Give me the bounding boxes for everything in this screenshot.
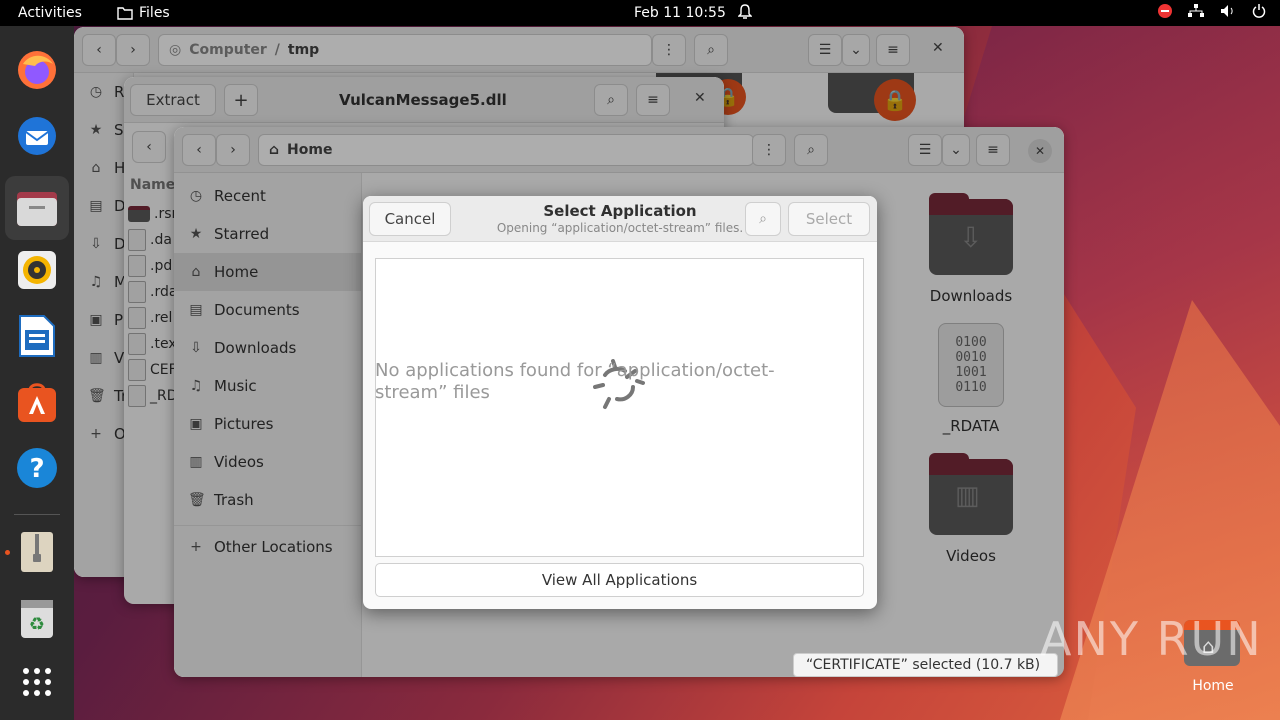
power-icon	[1252, 4, 1266, 18]
clock[interactable]: Feb 11 10:55	[634, 5, 726, 21]
recording-icon	[1158, 4, 1172, 18]
app-name: Files	[139, 5, 170, 21]
recycle-bin-icon[interactable]: ♻	[13, 594, 61, 642]
empty-state-message: No applications found for “application/o…	[375, 360, 775, 403]
folder-icon	[117, 7, 133, 20]
rhythmbox-icon[interactable]	[13, 246, 61, 294]
archive-manager-icon[interactable]	[13, 528, 61, 576]
activities-button[interactable]: Activities	[18, 5, 82, 21]
svg-text:♻: ♻	[29, 614, 45, 635]
bell-icon[interactable]	[737, 4, 753, 24]
show-apps-icon[interactable]	[13, 658, 61, 706]
watermark: ANY RUN	[1040, 612, 1263, 666]
app-center-icon[interactable]	[13, 378, 61, 426]
help-icon[interactable]: ?	[13, 444, 61, 492]
app-menu[interactable]: Files	[117, 5, 170, 21]
files-icon[interactable]	[5, 176, 69, 240]
desktop-home-label: Home	[1192, 678, 1234, 694]
select-application-dialog: Cancel Select Application Opening “appli…	[363, 196, 877, 609]
firefox-icon[interactable]	[13, 46, 61, 94]
svg-text:?: ?	[29, 454, 44, 484]
view-all-applications-button[interactable]: View All Applications	[375, 563, 864, 597]
dock: ? ♻	[0, 26, 74, 720]
system-tray[interactable]	[1158, 4, 1266, 18]
search-button[interactable]: ⌕	[745, 202, 781, 236]
top-bar: Activities Files Feb 11 10:55	[0, 0, 1280, 26]
status-bar: “CERTIFICATE” selected (10.7 kB)	[793, 653, 1058, 677]
select-button[interactable]: Select	[788, 202, 870, 236]
volume-icon	[1221, 5, 1233, 17]
thunderbird-icon[interactable]	[13, 112, 61, 160]
network-icon	[1188, 4, 1204, 17]
writer-icon[interactable]	[13, 312, 61, 360]
